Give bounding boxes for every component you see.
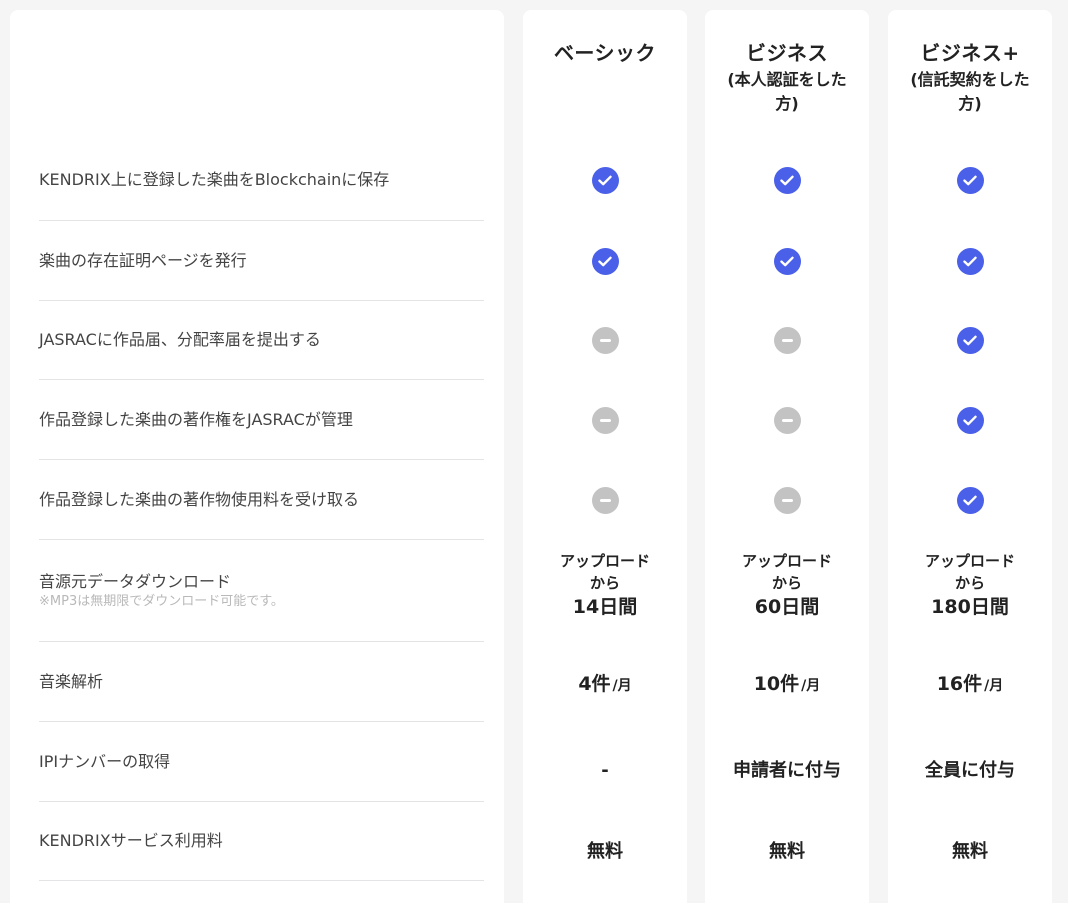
download-line2: から — [589, 574, 620, 592]
ipi-value: 全員に付与 — [925, 759, 1015, 781]
feature-label: KENDRIX上に登録した楽曲をBlockchainに保存 — [39, 170, 390, 189]
check-icon — [956, 486, 984, 514]
fee-value: 無料 — [769, 840, 805, 862]
analysis-count: 10件 — [753, 672, 800, 695]
analysis-cell: 16件 /月 — [888, 642, 1052, 722]
feature-label: 音楽解析 — [39, 671, 104, 691]
fee-cell: 無料 — [705, 802, 869, 897]
feature-cell — [888, 380, 1052, 460]
feature-row: 音楽解析 — [39, 642, 484, 722]
unavailable-icon — [773, 406, 801, 434]
plan-subtitle: (信託契約をした方) — [910, 70, 1030, 113]
feature-cell — [705, 140, 869, 221]
feature-cell — [705, 301, 869, 380]
plan-name: ビジネス+ — [920, 41, 1020, 65]
download-line2: から — [954, 574, 985, 592]
analysis-unit: /月 — [984, 677, 1004, 694]
download-line1: アップロード — [741, 552, 832, 570]
feature-cell — [888, 221, 1052, 301]
download-line2: から — [771, 574, 802, 592]
check-icon — [956, 406, 984, 434]
feature-label: JASRACに作品届、分配率届を提出する — [39, 330, 321, 349]
feature-label: 作品登録した楽曲の著作権をJASRACが管理 — [39, 409, 353, 429]
analysis-cell: 4件 /月 — [523, 642, 687, 722]
feature-cell — [705, 380, 869, 460]
fee-cell: 無料 — [523, 802, 687, 897]
unavailable-icon — [773, 486, 801, 514]
check-icon — [773, 167, 801, 194]
ipi-value: - — [601, 759, 609, 781]
plan-card-basic: ベーシック アップロード から 14日間 4件 /月 - 無料 — [523, 10, 687, 903]
feature-cell — [888, 460, 1052, 540]
check-icon — [773, 247, 801, 275]
feature-cell — [523, 301, 687, 380]
analysis-unit: /月 — [801, 677, 821, 694]
feature-cell — [523, 460, 687, 540]
unavailable-icon — [773, 327, 801, 354]
feature-label: IPIナンバーの取得 — [39, 751, 171, 771]
download-line1: アップロード — [559, 552, 650, 570]
feature-cell — [523, 221, 687, 301]
feature-row: 楽曲の存在証明ページを発行 — [39, 221, 484, 301]
download-period: 180日間 — [931, 596, 1009, 618]
feature-note: ※MP3は無期限でダウンロード可能です。 — [39, 593, 284, 609]
feature-cell — [888, 301, 1052, 380]
plan-header: ビジネス (本人認証をした方) — [705, 40, 869, 116]
unavailable-icon — [591, 486, 619, 514]
feature-label: 作品登録した楽曲の著作物使用料を受け取る — [39, 489, 360, 509]
feature-label: KENDRIXサービス利用料 — [39, 831, 223, 850]
feature-row: KENDRIXサービス利用料 — [39, 802, 484, 881]
ipi-value: 申請者に付与 — [733, 759, 841, 781]
fee-value: 無料 — [587, 840, 623, 862]
plan-card-business-plus: ビジネス+ (信託契約をした方) アップロード から 180日間 16件 /月 … — [888, 10, 1052, 903]
feature-row: JASRACに作品届、分配率届を提出する — [39, 301, 484, 380]
plan-name: ベーシック — [553, 41, 657, 65]
download-cell: アップロード から 180日間 — [888, 550, 1052, 642]
download-period: 60日間 — [754, 596, 820, 618]
feature-row: KENDRIX上に登録した楽曲をBlockchainに保存 — [39, 140, 484, 221]
feature-cell — [523, 380, 687, 460]
download-cell: アップロード から 14日間 — [523, 550, 687, 642]
plan-card-business: ビジネス (本人認証をした方) アップロード から 60日間 10件 /月 申請… — [705, 10, 869, 903]
analysis-count: 16件 — [936, 672, 983, 695]
feature-label: 音源元データダウンロード — [39, 571, 232, 591]
features-card: KENDRIX上に登録した楽曲をBlockchainに保存 楽曲の存在証明ページ… — [10, 10, 504, 903]
check-icon — [956, 327, 984, 354]
analysis-cell: 10件 /月 — [705, 642, 869, 722]
download-cell: アップロード から 60日間 — [705, 550, 869, 642]
feature-cell — [705, 221, 869, 301]
analysis-count: 4件 — [578, 672, 611, 695]
feature-row: 作品登録した楽曲の著作権をJASRACが管理 — [39, 380, 484, 460]
fee-cell: 無料 — [888, 802, 1052, 897]
feature-cell — [523, 140, 687, 221]
unavailable-icon — [591, 327, 619, 354]
check-icon — [956, 167, 984, 194]
download-line1: アップロード — [924, 552, 1015, 570]
feature-cell — [888, 140, 1052, 221]
plan-header: ビジネス+ (信託契約をした方) — [888, 40, 1052, 116]
unavailable-icon — [591, 406, 619, 434]
feature-row: 作品登録した楽曲の著作物使用料を受け取る — [39, 460, 484, 540]
feature-label: 楽曲の存在証明ページを発行 — [39, 250, 247, 270]
download-period: 14日間 — [572, 596, 638, 618]
plan-header: ベーシック — [523, 40, 687, 66]
fee-value: 無料 — [952, 840, 988, 862]
check-icon — [956, 247, 984, 275]
feature-row: 音源元データダウンロード ※MP3は無期限でダウンロード可能です。 — [39, 540, 484, 642]
feature-cell — [705, 460, 869, 540]
plan-subtitle: (本人認証をした方) — [727, 70, 847, 113]
plan-name: ビジネス — [746, 41, 828, 65]
analysis-unit: /月 — [612, 677, 632, 694]
check-icon — [591, 167, 619, 194]
check-icon — [591, 247, 619, 275]
feature-row: IPIナンバーの取得 — [39, 722, 484, 802]
